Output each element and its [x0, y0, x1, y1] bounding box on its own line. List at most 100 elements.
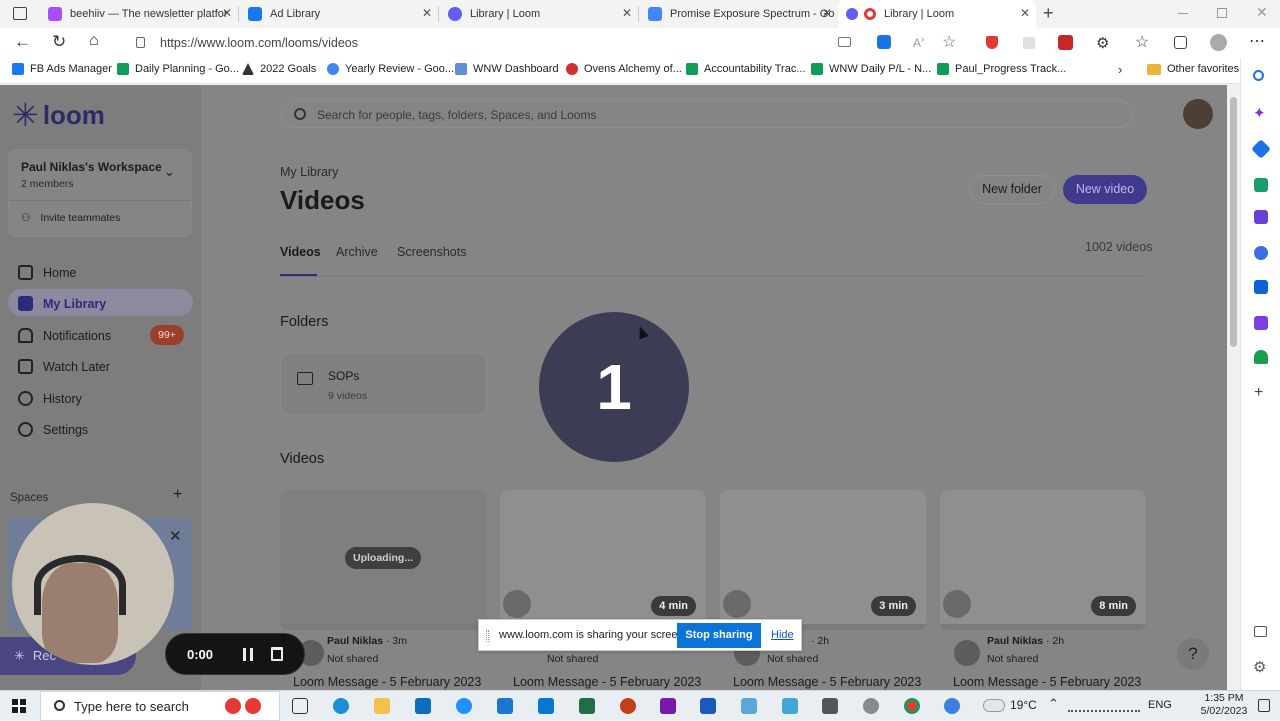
user-avatar[interactable]	[1183, 99, 1213, 129]
collections-icon[interactable]	[1174, 36, 1187, 49]
extension-badge-icon[interactable]	[877, 35, 891, 49]
weather-icon[interactable]	[983, 699, 1005, 712]
tab-videos[interactable]: Videos	[280, 245, 321, 259]
split-screen-icon[interactable]	[1254, 626, 1267, 637]
briefcase-icon[interactable]	[1254, 178, 1268, 192]
favorite-star-icon[interactable]: ☆	[942, 32, 956, 52]
sparkle-icon[interactable]: ✦	[1253, 104, 1266, 122]
maximize-icon[interactable]	[1217, 8, 1227, 18]
record-extension-icon[interactable]	[1058, 35, 1073, 50]
notifications-icon[interactable]	[1258, 699, 1270, 712]
ie-icon[interactable]	[456, 698, 472, 714]
close-window-icon[interactable]: ✕	[1256, 4, 1268, 21]
app-icon[interactable]	[741, 698, 757, 714]
taskbar-search-input[interactable]: Type here to search	[74, 699, 189, 714]
camera-icon[interactable]	[838, 37, 851, 47]
hide-link[interactable]: Hide	[771, 629, 794, 641]
weather-temp[interactable]: 19°C	[1010, 698, 1037, 712]
shield-extension-icon[interactable]	[986, 36, 998, 49]
nav-home[interactable]: Home	[18, 265, 76, 280]
read-aloud-icon[interactable]: A›	[913, 34, 924, 50]
browser-tab[interactable]: Promise Exposure Spectrum - Go ✕	[640, 0, 838, 28]
browser-tab[interactable]: beehiiv — The newsletter platfor ✕	[40, 0, 238, 28]
back-icon[interactable]: ←	[14, 32, 31, 52]
trash-icon[interactable]	[271, 647, 283, 661]
tree-icon[interactable]	[1254, 350, 1268, 364]
favorites-icon[interactable]: ☆	[1135, 32, 1149, 52]
drag-handle-icon[interactable]	[486, 630, 489, 642]
games-icon[interactable]	[1254, 210, 1268, 224]
camera-bubble[interactable]	[12, 503, 174, 665]
app-icon[interactable]	[497, 698, 513, 714]
breadcrumb[interactable]: My Library	[280, 165, 338, 179]
nav-settings[interactable]: Settings	[18, 422, 88, 437]
office-icon[interactable]	[1254, 246, 1268, 260]
bookmark-folder[interactable]: Other favorites	[1147, 63, 1239, 75]
close-tab-icon[interactable]: ✕	[622, 6, 632, 20]
minimize-icon[interactable]	[1178, 13, 1188, 14]
add-space-icon[interactable]: +	[173, 486, 182, 504]
search-input[interactable]: Search for people, tags, folders, Spaces…	[317, 108, 597, 122]
bookmark[interactable]: 2022 Goals	[242, 63, 316, 75]
bookmark[interactable]: Ovens Alchemy of...	[566, 63, 682, 75]
share-status[interactable]: Not shared	[767, 653, 818, 665]
card-title[interactable]: Loom Message - 5 February 2023	[953, 675, 1141, 689]
bookmark[interactable]: Paul_Progress Track...	[937, 63, 1066, 75]
video-card[interactable]: 8 min	[940, 490, 1146, 630]
app-icon[interactable]	[863, 698, 879, 714]
nav-watch-later[interactable]: Watch Later	[18, 359, 110, 374]
page-scrollbar[interactable]	[1227, 85, 1240, 690]
video-card[interactable]: Uploading...	[280, 490, 486, 630]
word-icon[interactable]	[700, 698, 716, 714]
language-indicator[interactable]: ENG	[1148, 699, 1172, 711]
bookmark[interactable]: FB Ads Manager	[12, 63, 112, 75]
chrome-icon[interactable]	[904, 698, 920, 714]
excel-icon[interactable]	[579, 698, 595, 714]
share-status[interactable]: Not shared	[547, 653, 598, 665]
folder-card[interactable]: SOPs 9 videos	[280, 353, 487, 415]
extension-icon[interactable]	[1023, 37, 1035, 49]
browser-tab[interactable]: Library | Loom ✕	[440, 0, 638, 28]
video-card[interactable]: 3 min	[720, 490, 926, 630]
tab-actions-icon[interactable]	[13, 7, 27, 20]
share-status[interactable]: Not shared	[327, 653, 378, 665]
bookmark[interactable]: WNW Dashboard	[455, 63, 559, 75]
close-camera-icon[interactable]: ✕	[169, 527, 182, 545]
chevron-down-icon[interactable]: ⌄	[164, 164, 175, 180]
card-title[interactable]: Loom Message - 5 February 2023	[513, 675, 701, 689]
bookmark[interactable]: Daily Planning - Go...	[117, 63, 239, 75]
invite-teammates-button[interactable]: ⚇ Invite teammates	[21, 212, 120, 224]
powerpoint-icon[interactable]	[620, 698, 636, 714]
onenote-icon[interactable]	[660, 698, 676, 714]
search-bar[interactable]: Search for people, tags, folders, Spaces…	[281, 100, 1133, 128]
nav-notifications[interactable]: Notifications	[18, 328, 111, 343]
nav-history[interactable]: History	[18, 391, 82, 406]
edge-icon[interactable]	[333, 698, 349, 714]
pause-icon[interactable]	[243, 648, 253, 661]
app-icon[interactable]	[782, 698, 798, 714]
file-explorer-icon[interactable]	[374, 698, 390, 714]
outlook-icon[interactable]	[1254, 280, 1268, 294]
more-menu-icon[interactable]: ⋯	[1249, 31, 1265, 51]
help-button[interactable]: ?	[1177, 638, 1209, 670]
card-title[interactable]: Loom Message - 5 February 2023	[733, 675, 921, 689]
tray-icons[interactable]	[1068, 699, 1140, 712]
clock[interactable]: 1:35 PM 5/02/2023	[1198, 692, 1250, 718]
workspace-card[interactable]: Paul Niklas's Workspace 2 members ⌄ ⚇ In…	[8, 149, 192, 237]
mail-icon[interactable]	[538, 698, 554, 714]
close-tab-icon[interactable]: ✕	[222, 6, 232, 20]
store-icon[interactable]	[415, 698, 431, 714]
browser-tab-active[interactable]: Library | Loom ✕	[838, 0, 1036, 28]
puzzle-icon[interactable]: ⚙	[1096, 34, 1109, 52]
video-card[interactable]: 4 min	[500, 490, 706, 630]
tab-screenshots[interactable]: Screenshots	[397, 245, 466, 259]
windows-start-icon[interactable]	[12, 699, 26, 713]
add-icon[interactable]: +	[1254, 384, 1263, 402]
tab-archive[interactable]: Archive	[336, 245, 378, 259]
settings-icon[interactable]: ⚙	[1253, 658, 1266, 676]
share-status[interactable]: Not shared	[987, 653, 1038, 665]
home-icon[interactable]: ⌂	[89, 32, 99, 50]
app-icon[interactable]	[944, 698, 960, 714]
new-tab-icon[interactable]: +	[1043, 3, 1054, 24]
bookmark[interactable]: WNW Daily P/L - N...	[811, 63, 931, 75]
